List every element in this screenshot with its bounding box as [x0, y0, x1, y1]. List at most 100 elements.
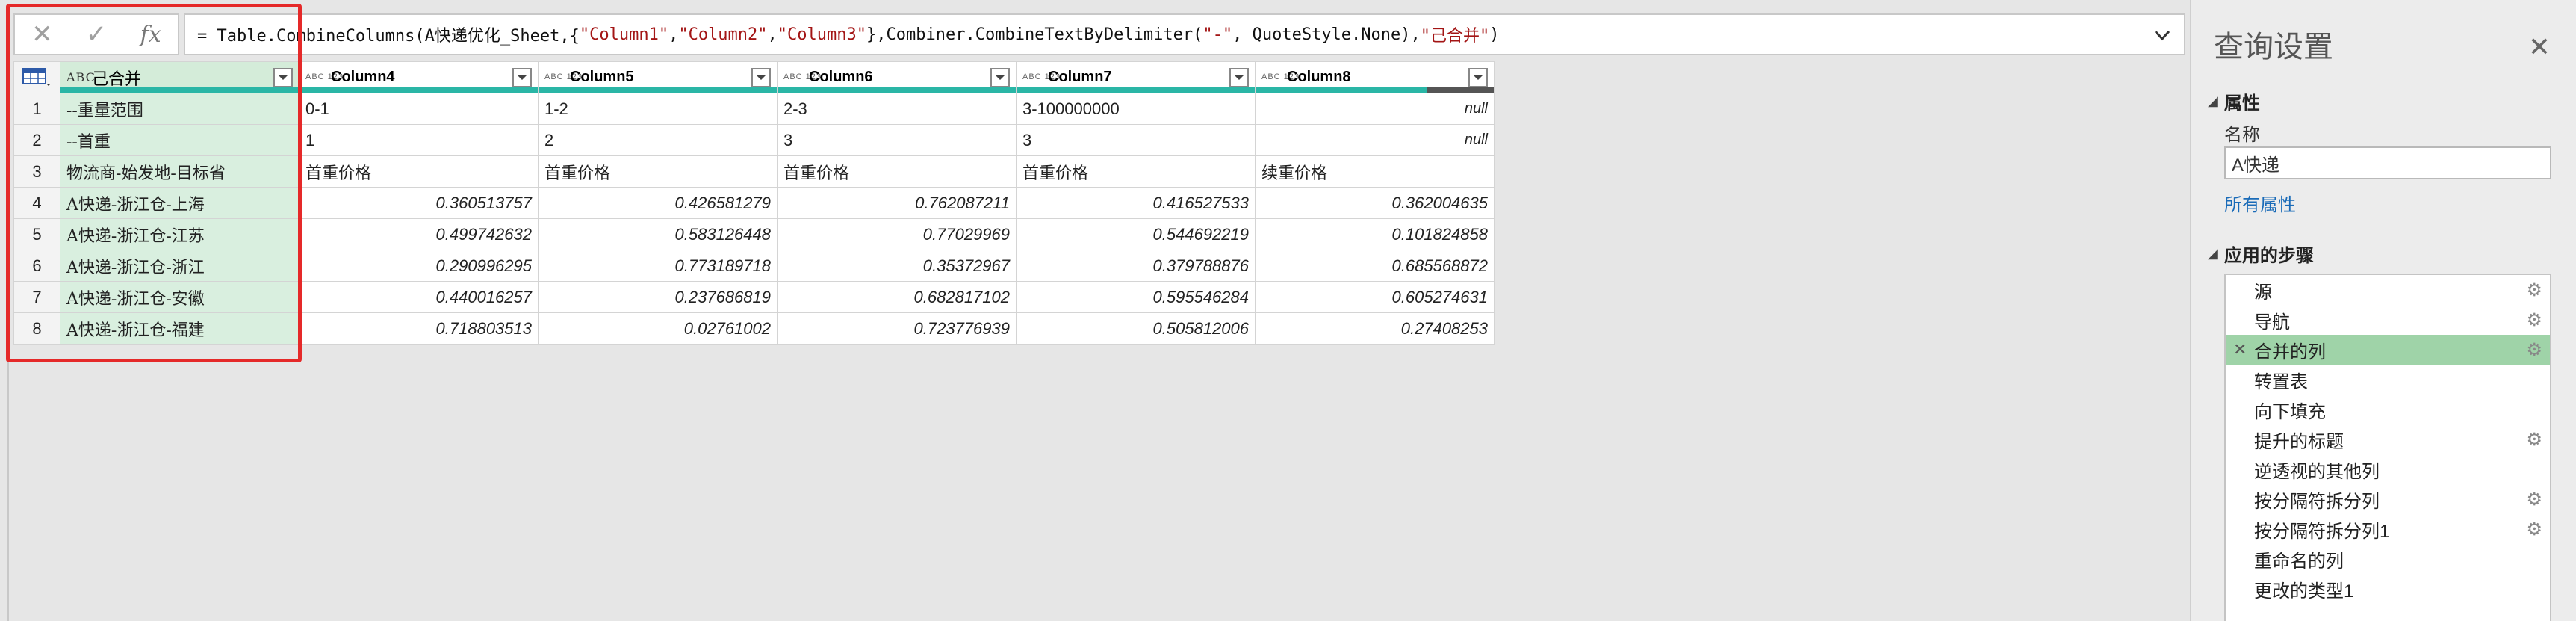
- table-cell[interactable]: 首重价格: [538, 155, 778, 188]
- applied-step-item[interactable]: 重命名的列: [2226, 544, 2550, 574]
- table-cell[interactable]: 0.723776939: [777, 312, 1017, 345]
- confirm-formula-button[interactable]: ✓: [69, 15, 124, 54]
- table-cell[interactable]: 2: [538, 124, 778, 156]
- table-cell[interactable]: 0.682817102: [777, 281, 1017, 313]
- gear-icon[interactable]: ⚙: [2526, 519, 2542, 540]
- table-cell[interactable]: 0.02761002: [538, 312, 778, 345]
- column-filter-button[interactable]: [751, 67, 771, 87]
- table-cell[interactable]: 0.605274631: [1255, 281, 1495, 313]
- table-cell[interactable]: 0.426581279: [538, 187, 778, 219]
- table-cell[interactable]: 0.773189718: [538, 250, 778, 282]
- table-cell[interactable]: --重量范围: [60, 93, 300, 125]
- row-number[interactable]: 6: [13, 250, 60, 282]
- table-cell[interactable]: 1-2: [538, 93, 778, 125]
- table-cell[interactable]: 0.379788876: [1016, 250, 1256, 282]
- applied-step-item[interactable]: 源 ⚙: [2226, 275, 2550, 305]
- table-cell[interactable]: 0-1: [299, 93, 539, 125]
- table-cell[interactable]: 3: [1016, 124, 1256, 156]
- table-cell[interactable]: 0.77029969: [777, 218, 1017, 250]
- table-cell[interactable]: --首重: [60, 124, 300, 156]
- column-type-icon[interactable]: ABC 123: [305, 73, 343, 81]
- column-header-5[interactable]: ABC 123 Column8: [1255, 61, 1495, 93]
- table-cell[interactable]: A快递-浙江仓-安徽: [60, 281, 300, 313]
- close-pane-button[interactable]: ✕: [2528, 31, 2551, 63]
- table-cell[interactable]: 首重价格: [1016, 155, 1256, 188]
- column-header-4[interactable]: ABC 123 Column7: [1016, 61, 1256, 93]
- row-number[interactable]: 3: [13, 155, 60, 188]
- table-cell[interactable]: 0.685568872: [1255, 250, 1495, 282]
- column-filter-button[interactable]: [512, 67, 532, 87]
- column-header-1[interactable]: ABC 123 Column4: [299, 61, 539, 93]
- table-cell[interactable]: 0.360513757: [299, 187, 539, 219]
- formula-input[interactable]: = Table.CombineColumns(A快递优化_Sheet,{"Col…: [184, 13, 2185, 55]
- applied-step-item[interactable]: 更改的类型1: [2226, 574, 2550, 604]
- applied-step-item[interactable]: 提升的标题 ⚙: [2226, 424, 2550, 454]
- gear-icon[interactable]: ⚙: [2526, 309, 2542, 331]
- table-cell[interactable]: 物流商-始发地-目标省: [60, 155, 300, 188]
- table-cell[interactable]: 0.595546284: [1016, 281, 1256, 313]
- row-number[interactable]: 7: [13, 281, 60, 313]
- table-cell[interactable]: 0.290996295: [299, 250, 539, 282]
- cancel-formula-button[interactable]: ✕: [15, 15, 69, 54]
- applied-step-item[interactable]: 按分隔符拆分列 ⚙: [2226, 484, 2550, 514]
- table-cell[interactable]: 0.505812006: [1016, 312, 1256, 345]
- applied-step-item[interactable]: 向下填充: [2226, 395, 2550, 424]
- table-menu-corner[interactable]: [13, 61, 60, 93]
- gear-icon[interactable]: ⚙: [2526, 429, 2542, 451]
- applied-step-item[interactable]: ✕ 合并的列 ⚙: [2226, 335, 2550, 365]
- column-filter-button[interactable]: [1229, 67, 1249, 87]
- table-cell[interactable]: 0.718803513: [299, 312, 539, 345]
- table-cell[interactable]: 0.544692219: [1016, 218, 1256, 250]
- applied-step-item[interactable]: 转置表: [2226, 365, 2550, 395]
- applied-step-item[interactable]: 按分隔符拆分列1 ⚙: [2226, 514, 2550, 544]
- chevron-down-icon[interactable]: [2151, 24, 2173, 46]
- table-cell[interactable]: 首重价格: [777, 155, 1017, 188]
- column-type-icon[interactable]: ABC 123: [1261, 73, 1299, 81]
- gear-icon[interactable]: ⚙: [2526, 279, 2542, 301]
- table-cell[interactable]: A快递-浙江仓-上海: [60, 187, 300, 219]
- column-header-2[interactable]: ABC 123 Column5: [538, 61, 778, 93]
- table-cell[interactable]: 1: [299, 124, 539, 156]
- row-number[interactable]: 5: [13, 218, 60, 250]
- table-cell[interactable]: 2-3: [777, 93, 1017, 125]
- table-cell[interactable]: 0.237686819: [538, 281, 778, 313]
- applied-steps-section-header[interactable]: ◢ 应用的步骤: [2208, 241, 2314, 267]
- table-cell[interactable]: A快递-浙江仓-浙江: [60, 250, 300, 282]
- row-number[interactable]: 2: [13, 124, 60, 156]
- column-filter-button[interactable]: [273, 67, 293, 87]
- table-cell[interactable]: 首重价格: [299, 155, 539, 188]
- applied-step-item[interactable]: 导航 ⚙: [2226, 305, 2550, 335]
- table-cell[interactable]: 0.416527533: [1016, 187, 1256, 219]
- table-cell[interactable]: 续重价格: [1255, 155, 1495, 188]
- table-cell[interactable]: A快递-浙江仓-江苏: [60, 218, 300, 250]
- insert-function-button[interactable]: fx: [123, 15, 178, 54]
- row-number[interactable]: 4: [13, 187, 60, 219]
- column-type-icon[interactable]: ABC 123: [544, 73, 582, 81]
- row-number[interactable]: 8: [13, 312, 60, 345]
- table-cell[interactable]: 0.362004635: [1255, 187, 1495, 219]
- table-cell[interactable]: null: [1255, 93, 1495, 125]
- all-properties-link[interactable]: 所有属性: [2224, 190, 2296, 216]
- table-cell[interactable]: 0.27408253: [1255, 312, 1495, 345]
- delete-step-icon[interactable]: ✕: [2233, 340, 2247, 359]
- column-filter-button[interactable]: [1468, 67, 1488, 87]
- column-type-icon[interactable]: ABC: [66, 72, 95, 84]
- column-filter-button[interactable]: [990, 67, 1010, 87]
- column-header-0[interactable]: ABC 己合并: [60, 61, 300, 93]
- table-cell[interactable]: 0.101824858: [1255, 218, 1495, 250]
- table-cell[interactable]: 0.499742632: [299, 218, 539, 250]
- table-cell[interactable]: 3: [777, 124, 1017, 156]
- column-type-icon[interactable]: ABC 123: [783, 73, 821, 81]
- table-cell[interactable]: 0.35372967: [777, 250, 1017, 282]
- gear-icon[interactable]: ⚙: [2526, 489, 2542, 510]
- table-cell[interactable]: 0.762087211: [777, 187, 1017, 219]
- applied-step-item[interactable]: 逆透视的其他列: [2226, 454, 2550, 484]
- column-header-3[interactable]: ABC 123 Column6: [777, 61, 1017, 93]
- table-cell[interactable]: 0.440016257: [299, 281, 539, 313]
- table-cell[interactable]: 3-100000000: [1016, 93, 1256, 125]
- table-cell[interactable]: A快递-浙江仓-福建: [60, 312, 300, 345]
- row-number[interactable]: 1: [13, 93, 60, 125]
- gear-icon[interactable]: ⚙: [2526, 339, 2542, 361]
- table-cell[interactable]: 0.583126448: [538, 218, 778, 250]
- column-type-icon[interactable]: ABC 123: [1022, 73, 1060, 81]
